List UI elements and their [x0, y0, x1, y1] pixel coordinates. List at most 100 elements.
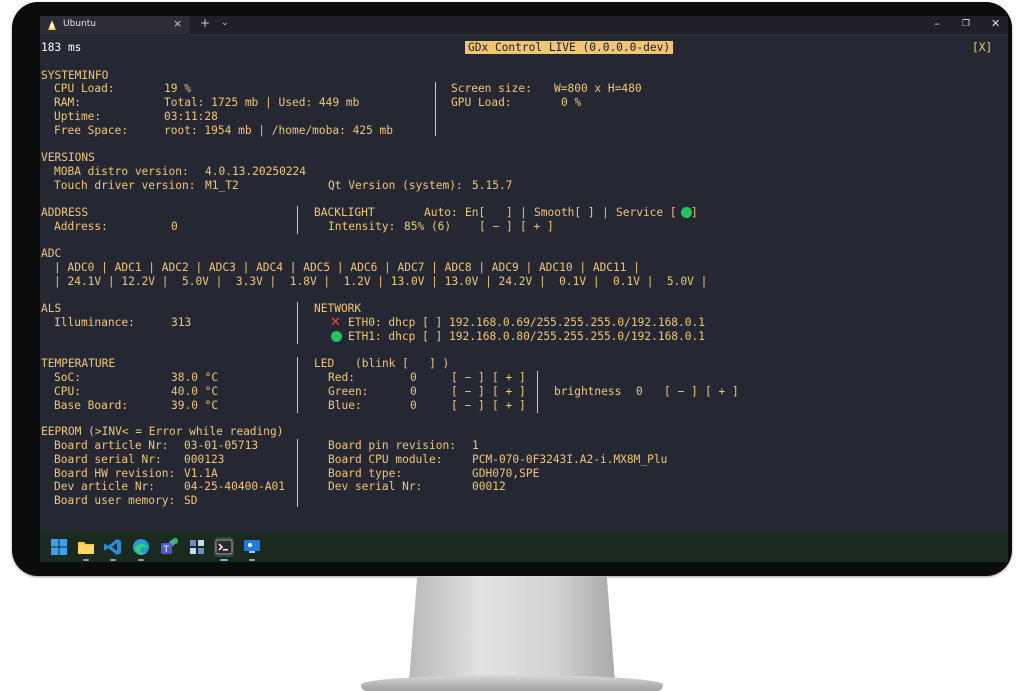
backlight-auto-bracket: ] — [506, 206, 513, 219]
board-pin-revision-label: Board pin revision: — [328, 439, 456, 452]
brightness-plus-button[interactable]: [ + ] — [705, 385, 739, 398]
tab-ubuntu[interactable]: Ubuntu × — [40, 16, 190, 34]
distro-version-value: 4.0.13.20250224 — [205, 165, 307, 178]
monitor-frame: Ubuntu × + ⌄ – ❐ ✕ 183 ms GDx Control LI… — [12, 2, 1012, 576]
adc-value-row: | 24.1V | 12.2V | 5.0V | 3.3V | 1.8V | 1… — [54, 275, 708, 288]
remote-desktop-indicator — [249, 559, 255, 561]
board-user-memory-label: Board user memory: — [54, 494, 176, 507]
board-article-value: 03-01-05713 — [184, 439, 259, 452]
address-label: Address: — [54, 220, 108, 233]
led-heading: LED — [314, 357, 335, 370]
ram-label: RAM: — [54, 96, 81, 109]
cpu-load-value: 19 % — [164, 82, 191, 95]
brightness-minus-button[interactable]: [ − ] — [664, 385, 698, 398]
file-explorer-icon[interactable] — [76, 537, 96, 557]
led-blue-minus-button[interactable]: [ − ] — [451, 399, 485, 412]
eth0-error-icon: ✕ — [330, 315, 341, 330]
screen-size-value: W=800 x H=480 — [554, 82, 642, 95]
led-blink-checkbox[interactable]: (blink [ ] ) — [355, 357, 449, 370]
monitor-stand-base — [361, 675, 663, 691]
remote-desktop-icon[interactable] — [242, 537, 262, 557]
dev-article-label: Dev article Nr: — [54, 480, 156, 493]
smooth-checkbox[interactable]: Smooth[ ] — [534, 206, 595, 219]
led-green-minus-button[interactable]: [ − ] — [451, 385, 485, 398]
backlight-separator: | — [520, 206, 527, 219]
base-board-temp-label: Base Board: — [54, 399, 129, 412]
terminal-area[interactable]: 183 ms GDx Control LIVE (0.0.0.0-dev) [X… — [40, 34, 1008, 532]
uptime-value: 03:11:28 — [164, 110, 218, 123]
led-red-minus-button[interactable]: [ − ] — [451, 371, 485, 384]
chevron-down-icon[interactable]: ⌄ — [221, 18, 229, 28]
terminal-active-indicator — [220, 559, 228, 561]
eeprom-heading: EEPROM (>INV< = Error while reading) — [41, 425, 284, 438]
dev-serial-label: Dev serial Nr: — [328, 480, 423, 493]
led-red-plus-button[interactable]: [ + ] — [492, 371, 526, 384]
led-green-value: 0 — [410, 385, 417, 398]
brightness-value: 0 — [636, 385, 643, 398]
backlight-separator: | — [602, 206, 609, 219]
restore-button[interactable]: ❐ — [962, 19, 970, 29]
minimize-button[interactable]: – — [934, 17, 940, 30]
intensity-plus-button[interactable]: [ + ] — [520, 220, 554, 233]
led-blue-plus-button[interactable]: [ + ] — [492, 399, 526, 412]
illuminance-label: Illuminance: — [54, 316, 135, 329]
board-user-memory-value: SD — [184, 494, 198, 507]
board-cpu-module-label: Board CPU module: — [328, 453, 443, 466]
eth1-status[interactable]: ETH1: dhcp [ ] 192.168.0.80/255.255.255.… — [348, 330, 705, 343]
address-value: 0 — [171, 220, 178, 233]
edge-icon[interactable] — [131, 537, 151, 557]
terminal-icon[interactable] — [214, 537, 234, 557]
network-heading: NETWORK — [314, 302, 362, 315]
led-green-label: Green: — [328, 385, 369, 398]
temperature-heading: TEMPERATURE — [41, 357, 116, 370]
tab-title: Ubuntu — [63, 19, 96, 29]
als-heading: ALS — [41, 302, 62, 315]
backlight-auto-checkbox[interactable]: En[ — [465, 206, 485, 219]
intensity-minus-button[interactable]: [ − ] — [479, 220, 513, 233]
led-green-plus-button[interactable]: [ + ] — [492, 385, 526, 398]
board-article-label: Board article Nr: — [54, 439, 169, 452]
temperature-divider — [297, 357, 298, 413]
service-bracket: ] — [691, 206, 698, 219]
touch-driver-value: M1_T2 — [205, 179, 239, 192]
led-red-value: 0 — [410, 371, 417, 384]
app-title: GDx Control LIVE (0.0.0.0-dev) — [465, 41, 674, 54]
task-view-icon[interactable] — [187, 537, 207, 557]
teams-icon[interactable]: T — [159, 537, 179, 557]
adc-channel-row: | ADC0 | ADC1 | ADC2 | ADC3 | ADC4 | ADC… — [54, 261, 640, 274]
edge-indicator — [138, 559, 144, 561]
address-heading: ADDRESS — [41, 206, 89, 219]
led-brightness-divider — [537, 371, 538, 413]
dev-article-value: 04-25-40400-A01 — [184, 480, 286, 493]
vscode-indicator — [110, 559, 116, 561]
systeminfo-divider — [435, 82, 436, 136]
windows-start-icon[interactable] — [49, 537, 69, 557]
new-tab-button[interactable]: + — [200, 16, 210, 30]
versions-heading: VERSIONS — [41, 151, 95, 164]
window-titlebar: Ubuntu × + ⌄ – ❐ ✕ — [40, 16, 1008, 34]
free-space-label: Free Space: — [54, 124, 129, 137]
intensity-value: 85% (6) — [404, 220, 452, 233]
file-explorer-indicator — [83, 559, 89, 561]
eth0-status[interactable]: ETH0: dhcp [ ] 192.168.0.69/255.255.255.… — [348, 316, 705, 329]
led-red-label: Red: — [328, 371, 355, 384]
board-type-label: Board type: — [328, 467, 403, 480]
dev-serial-value: 00012 — [472, 480, 506, 493]
svg-text:T: T — [163, 545, 170, 555]
board-type-value: GDH070,SPE — [472, 467, 540, 480]
soc-temp-label: SoC: — [54, 371, 81, 384]
backlight-auto-label: Auto: — [424, 206, 458, 219]
qt-version-label: Qt Version (system): — [328, 179, 463, 192]
cpu-temp-label: CPU: — [54, 385, 81, 398]
exit-button[interactable]: [X] — [972, 41, 992, 54]
service-checkbox[interactable]: Service [ — [616, 206, 677, 219]
touch-driver-label: Touch driver version: — [54, 179, 196, 192]
close-button[interactable]: ✕ — [991, 17, 1000, 30]
board-cpu-module-value: PCM-070-0F3243I.A2-i.MX8M_Plu — [472, 453, 668, 466]
led-blue-label: Blue: — [328, 399, 362, 412]
board-hw-revision-label: Board HW revision: — [54, 467, 176, 480]
ubuntu-tux-icon — [48, 20, 56, 30]
gpu-load-label: GPU Load: — [451, 96, 512, 109]
tab-close-icon[interactable]: × — [173, 17, 182, 30]
vscode-icon[interactable] — [103, 537, 123, 557]
